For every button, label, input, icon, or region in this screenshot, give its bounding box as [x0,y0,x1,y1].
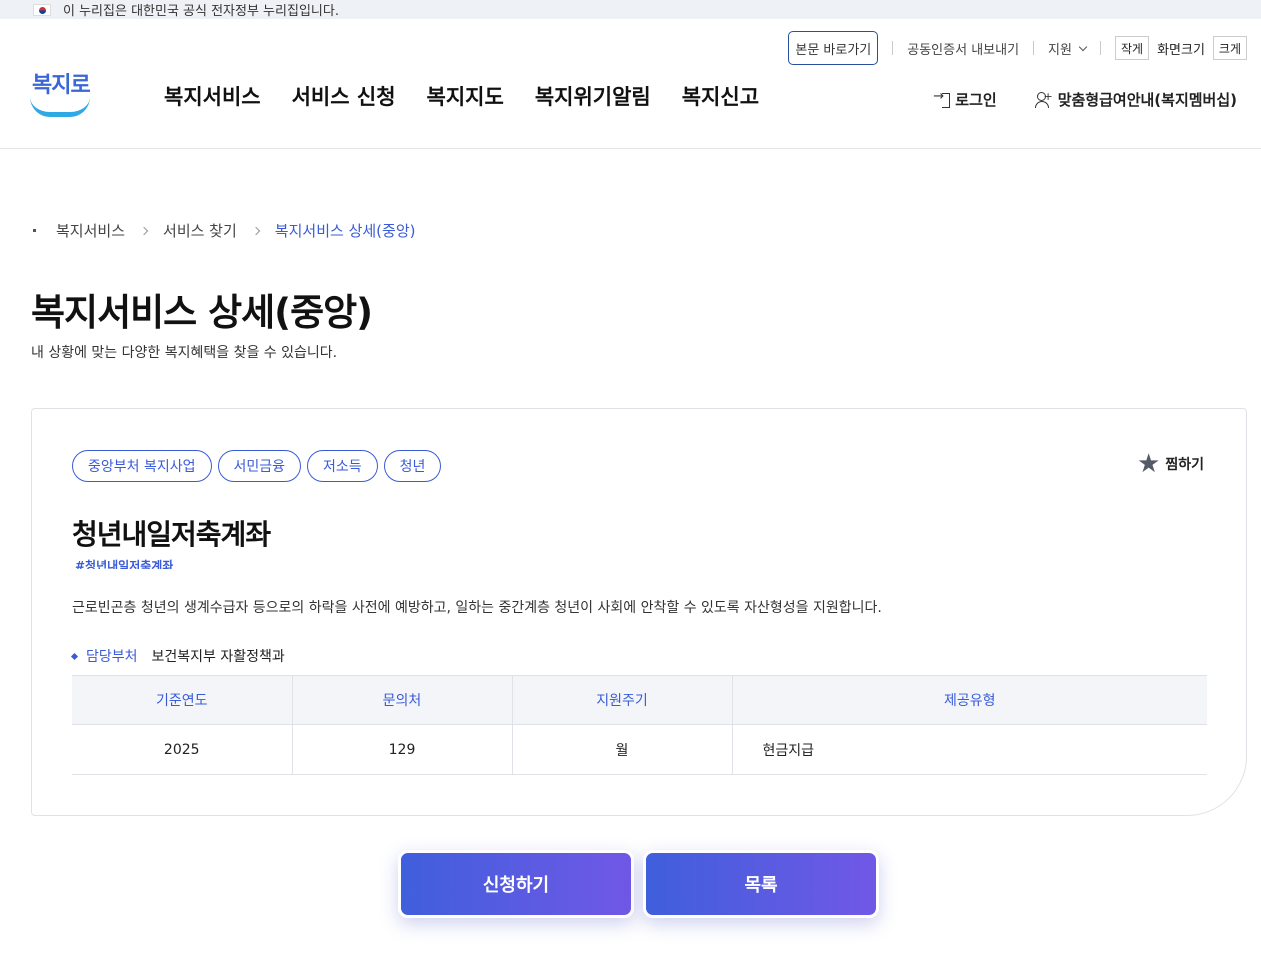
page-description: 내 상황에 맞는 다양한 복지혜택을 찾을 수 있습니다. [31,345,338,361]
table-row: 2025 129 월 현금지급 [72,724,1207,775]
divider [1099,41,1101,55]
chevron-right-icon [139,226,149,235]
page-title: 복지서비스 상세(중앙) [31,291,373,334]
gov-banner: 이 누리집은 대한민국 공식 전자정부 누리집입니다. [0,0,1261,19]
service-detail-card: 중앙부처 복지사업 서민금융 저소득 청년 ★ 찜하기 청년내일저축계좌 #청년… [31,408,1247,816]
membership-link[interactable]: + 맞춤형급여안내(복지멤버십) [1034,89,1237,110]
tag-central-ministry[interactable]: 중앙부처 복지사업 [72,450,212,482]
login-icon [933,89,951,108]
service-description: 근로빈곤층 청년의 생계수급자 등으로의 하락을 사전에 예방하고, 일하는 중… [72,600,882,616]
service-info-table: 기준연도 문의처 지원주기 제공유형 2025 129 월 현금지급 [72,675,1207,775]
member-menu: 로그인 + 맞춤형급여안내(복지멤버십) [933,89,1237,110]
login-link[interactable]: 로그인 [933,89,997,110]
divider [1033,41,1035,55]
nav-service-apply[interactable]: 서비스 신청 [292,81,396,111]
home-dot-icon [33,229,36,232]
login-label: 로그인 [955,91,997,109]
department-row: 담당부처 보건복지부 자활정책과 [70,646,285,666]
star-icon: ★ [1137,449,1161,479]
breadcrumb-item-current: 복지서비스 상세(중앙) [274,222,416,240]
chevron-down-icon [1078,42,1088,51]
user-add-icon: + [1034,91,1053,108]
action-buttons: 신청하기 목록 [398,850,879,918]
favorite-button[interactable]: ★ 찜하기 [1137,451,1204,477]
font-large-button[interactable]: 크게 [1212,36,1247,60]
cell-contact: 129 [292,724,513,775]
korea-flag-icon [33,3,51,16]
header-base-year: 기준연도 [72,675,293,725]
breadcrumb-item-welfare-service[interactable]: 복지서비스 [56,220,125,241]
cell-provision-type: 현금지급 [732,724,1207,775]
screen-size-label: 화면크기 [1157,42,1205,58]
department-label: 담당부처 [86,649,138,665]
gov-banner-text: 이 누리집은 대한민국 공식 전자정부 누리집입니다. [63,4,339,19]
table-header-row: 기준연도 문의처 지원주기 제공유형 [72,675,1207,725]
font-small-button[interactable]: 작게 [1114,36,1150,60]
nav-welfare-map[interactable]: 복지지도 [427,81,504,111]
bullet-diamond-icon [70,652,79,660]
department-value: 보건복지부 자활정책과 [151,649,285,665]
service-tags: 중앙부처 복지사업 서민금융 저소득 청년 [72,450,442,482]
header-contact: 문의처 [292,675,513,725]
breadcrumb: 복지서비스 서비스 찾기 복지서비스 상세(중앙) [33,220,415,241]
main-nav: 복지서비스 서비스 신청 복지지도 복지위기알림 복지신고 [164,81,759,111]
cell-base-year: 2025 [72,724,293,775]
membership-label: 맞춤형급여안내(복지멤버십) [1057,91,1237,109]
service-hashtag-link[interactable]: #청년내일저축계좌 [75,557,173,569]
logo-smile-icon [30,97,90,117]
logo-text: 복지로 [32,73,91,98]
nav-welfare-crisis-alert[interactable]: 복지위기알림 [535,81,651,111]
chevron-right-icon [251,226,261,235]
nav-welfare-report[interactable]: 복지신고 [682,81,759,111]
site-header: 본문 바로가기 공동인증서 내보내기 지원 작게 화면크기 크게 복지로 복지서… [0,19,1261,149]
list-button[interactable]: 목록 [643,850,879,918]
tag-youth[interactable]: 청년 [383,450,442,482]
divider [892,41,894,55]
cell-support-cycle: 월 [512,724,733,775]
apply-button[interactable]: 신청하기 [398,850,634,918]
breadcrumb-item-service-search[interactable]: 서비스 찾기 [163,220,237,241]
skip-to-content-button[interactable]: 본문 바로가기 [788,31,879,65]
nav-welfare-service[interactable]: 복지서비스 [164,81,261,111]
support-menu[interactable]: 지원 [1048,39,1088,58]
bokjiro-logo[interactable]: 복지로 [30,67,92,121]
cert-export-link[interactable]: 공동인증서 내보내기 [907,39,1019,58]
header-support-cycle: 지원주기 [512,675,733,725]
service-title: 청년내일저축계좌 [72,518,271,551]
utility-bar: 본문 바로가기 공동인증서 내보내기 지원 작게 화면크기 크게 [788,31,1247,65]
favorite-label: 찜하기 [1165,457,1204,473]
support-label: 지원 [1048,42,1072,58]
tag-microfinance[interactable]: 서민금융 [217,450,302,482]
tag-low-income[interactable]: 저소득 [307,450,378,482]
header-provision-type: 제공유형 [732,675,1207,725]
